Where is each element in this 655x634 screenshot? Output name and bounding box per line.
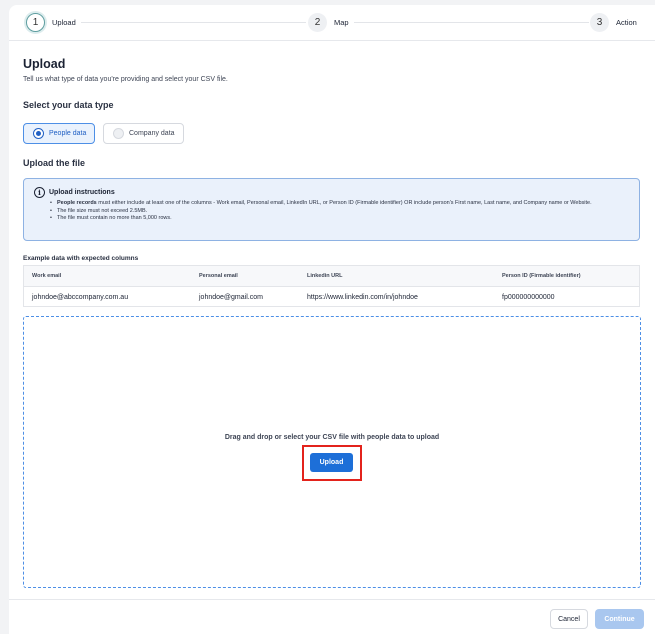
- example-table: Work email Personal email Linkedin URL P…: [23, 265, 640, 307]
- radio-unselected-icon: [113, 128, 124, 139]
- stepper: 1 Upload 2 Map 3 Action: [9, 5, 655, 41]
- step-upload: 1 Upload: [26, 13, 76, 32]
- column-header: Linkedin URL: [307, 273, 343, 279]
- step-number: 2: [308, 13, 327, 32]
- step-connector: [354, 22, 589, 23]
- upload-button[interactable]: Upload: [310, 453, 353, 472]
- instruction-text: The file size must not exceed 2.5MB.: [57, 207, 148, 214]
- file-dropzone[interactable]: Drag and drop or select your CSV file wi…: [23, 316, 641, 588]
- data-type-heading: Select your data type: [23, 100, 114, 110]
- example-data-label: Example data with expected columns: [23, 255, 139, 262]
- people-data-radio[interactable]: People data: [23, 123, 95, 144]
- step-action: 3 Action: [590, 13, 637, 32]
- instruction-item: The file size must not exceed 2.5MB.: [49, 208, 634, 216]
- column-header: Work email: [32, 273, 62, 279]
- instruction-item: People records must either include at le…: [49, 200, 634, 208]
- table-cell: johndoe@gmail.com: [199, 294, 263, 301]
- instructions-title: Upload instructions: [49, 189, 115, 196]
- step-number: 1: [26, 13, 45, 32]
- cancel-button[interactable]: Cancel: [550, 609, 588, 629]
- step-label: Action: [616, 18, 637, 27]
- instruction-text: must either include at least one of the …: [96, 200, 592, 206]
- step-label: Map: [334, 18, 349, 27]
- continue-button[interactable]: Continue: [595, 609, 644, 629]
- table-cell: johndoe@abccompany.com.au: [32, 294, 129, 301]
- info-icon: i: [34, 187, 45, 198]
- step-connector: [81, 22, 306, 23]
- upload-file-heading: Upload the file: [23, 158, 86, 168]
- instruction-bold: People records: [57, 200, 97, 206]
- upload-instructions-box: i Upload instructions People records mus…: [23, 178, 640, 241]
- upload-wizard-card: 1 Upload 2 Map 3 Action Upload Tell us w…: [9, 5, 655, 634]
- table-cell: fp000000000000: [502, 294, 555, 301]
- company-data-radio[interactable]: Company data: [103, 123, 184, 144]
- table-cell: https://www.linkedin.com/in/johndoe: [307, 294, 418, 301]
- column-header: Personal email: [199, 273, 238, 279]
- dropzone-instructions: Drag and drop or select your CSV file wi…: [224, 434, 440, 441]
- page-title: Upload: [23, 57, 66, 71]
- page-subtitle: Tell us what type of data you're providi…: [23, 76, 228, 83]
- radio-label: Company data: [129, 130, 175, 137]
- table-header: Work email Personal email Linkedin URL P…: [24, 266, 639, 287]
- step-number: 3: [590, 13, 609, 32]
- footer-divider: [9, 599, 655, 600]
- instruction-text: The file must contain no more than 5,000…: [57, 215, 172, 222]
- instructions-list: People records must either include at le…: [49, 200, 634, 223]
- instruction-item: The file must contain no more than 5,000…: [49, 215, 634, 223]
- radio-label: People data: [49, 130, 87, 137]
- step-map: 2 Map: [308, 13, 349, 32]
- step-label: Upload: [52, 18, 76, 27]
- radio-selected-icon: [33, 128, 44, 139]
- column-header: Person ID (Firmable identifier): [502, 273, 581, 279]
